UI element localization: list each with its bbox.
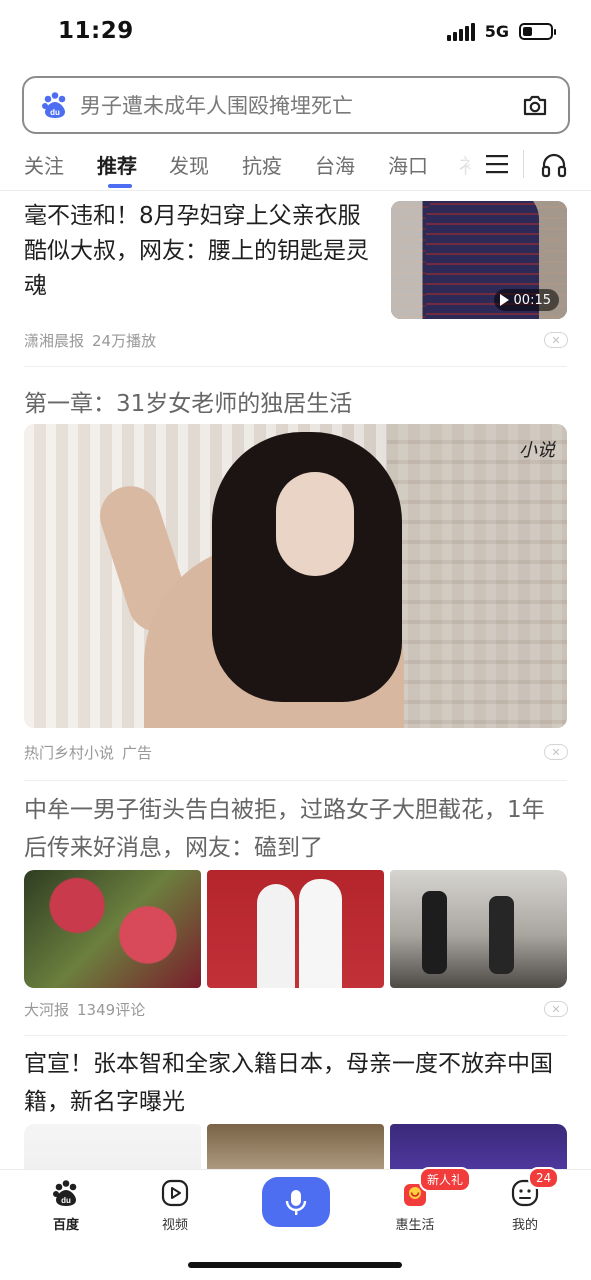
dismiss-icon[interactable]: ✕	[544, 332, 568, 348]
status-time: 11:29	[58, 18, 134, 44]
news-title[interactable]: 中牟一男子街头告白被拒，过路女子大胆截花，1年后传来好消息，网友：磕到了	[24, 791, 567, 867]
news-source: 大河报	[24, 1001, 70, 1019]
dismiss-icon[interactable]: ✕	[544, 1001, 568, 1017]
news-image[interactable]	[207, 870, 384, 988]
microphone-icon	[285, 1190, 307, 1215]
news-image[interactable]	[390, 870, 567, 988]
svg-text:du: du	[61, 1196, 71, 1205]
baidu-paw-icon: du	[42, 92, 66, 118]
video-play-icon	[161, 1179, 189, 1207]
nav-label: 视频	[161, 1218, 188, 1233]
video-thumbnail[interactable]: 00:15	[391, 201, 567, 319]
play-icon	[499, 294, 509, 306]
news-stat: 24万播放	[92, 332, 157, 350]
search-bar[interactable]: du 男子遭未成年人围殴掩埋死亡	[22, 76, 570, 134]
nav-baidu[interactable]: du 百度	[26, 1178, 106, 1233]
news-title[interactable]: 官宣！张本智和全家入籍日本，母亲一度不放弃中国籍，新名字曝光	[24, 1045, 567, 1121]
ad-source: 热门乡村小说	[24, 744, 115, 762]
news-image[interactable]	[207, 1124, 384, 1169]
tab-recommend[interactable]: 推荐	[97, 150, 137, 179]
ad-watermark: 小说	[519, 440, 555, 461]
video-duration: 00:15	[493, 289, 559, 311]
menu-icon[interactable]	[486, 154, 508, 174]
nav-video[interactable]: 视频	[135, 1178, 215, 1233]
news-stat: 1349评论	[77, 1001, 146, 1019]
signal-icon	[446, 22, 475, 41]
news-source: 潇湘晨报	[24, 332, 85, 350]
camera-icon[interactable]	[520, 90, 550, 120]
battery-icon	[519, 23, 556, 40]
ad-title[interactable]: 第一章：31岁女老师的独居生活	[24, 384, 352, 418]
status-bar: 11:29 5G	[0, 0, 591, 66]
channel-tabs: 关注 推荐 发现 抗疫 台海 海口 衤	[0, 140, 591, 192]
news-image[interactable]	[390, 1124, 567, 1169]
news-meta: 大河报 1349评论	[24, 999, 145, 1020]
tab-taiwan-strait[interactable]: 台海	[315, 150, 355, 179]
news-feed[interactable]: 毫不违和！8月孕妇穿上父亲衣服酷似大叔，网友：腰上的钥匙是灵魂 00:15 潇湘…	[0, 191, 591, 1169]
tab-discover[interactable]: 发现	[169, 150, 209, 179]
baidu-paw-icon: du	[53, 1180, 77, 1206]
network-type: 5G	[484, 22, 509, 41]
new-user-badge: 新人礼	[419, 1167, 472, 1192]
news-image-row[interactable]	[24, 870, 567, 988]
tab-haikou[interactable]: 海口	[388, 150, 428, 179]
active-tab-indicator	[108, 184, 132, 188]
feed-divider	[24, 1035, 567, 1036]
news-image-row[interactable]	[24, 1124, 567, 1169]
headset-icon[interactable]	[540, 151, 568, 179]
tab-anti-epidemic[interactable]: 抗疫	[242, 150, 282, 179]
dismiss-icon[interactable]: ✕	[544, 744, 568, 760]
voice-search-button[interactable]	[262, 1177, 330, 1227]
svg-text:du: du	[50, 108, 60, 117]
nav-label: 我的	[511, 1218, 538, 1233]
news-title[interactable]: 毫不违和！8月孕妇穿上父亲衣服酷似大叔，网友：腰上的钥匙是灵魂	[24, 199, 374, 304]
news-image[interactable]	[24, 1124, 201, 1169]
ad-tag: 广告	[122, 744, 153, 762]
home-indicator	[188, 1262, 402, 1268]
news-meta: 潇湘晨报 24万播放	[24, 330, 156, 351]
duration-text: 00:15	[513, 292, 551, 308]
feed-divider	[24, 780, 567, 781]
feed-divider	[24, 366, 567, 367]
nav-label: 百度	[52, 1218, 79, 1233]
status-indicators: 5G	[446, 22, 556, 41]
notification-count-badge: 24	[528, 1167, 560, 1189]
nav-label: 惠生活	[395, 1218, 435, 1233]
search-input[interactable]: 男子遭未成年人围殴掩埋死亡	[80, 90, 520, 120]
tab-fade	[455, 146, 485, 182]
tab-follow[interactable]: 关注	[24, 150, 64, 179]
ad-meta: 热门乡村小说 广告	[24, 742, 152, 763]
tab-separator	[523, 150, 524, 178]
ad-image[interactable]: 小说	[24, 424, 567, 728]
news-image[interactable]	[24, 870, 201, 988]
